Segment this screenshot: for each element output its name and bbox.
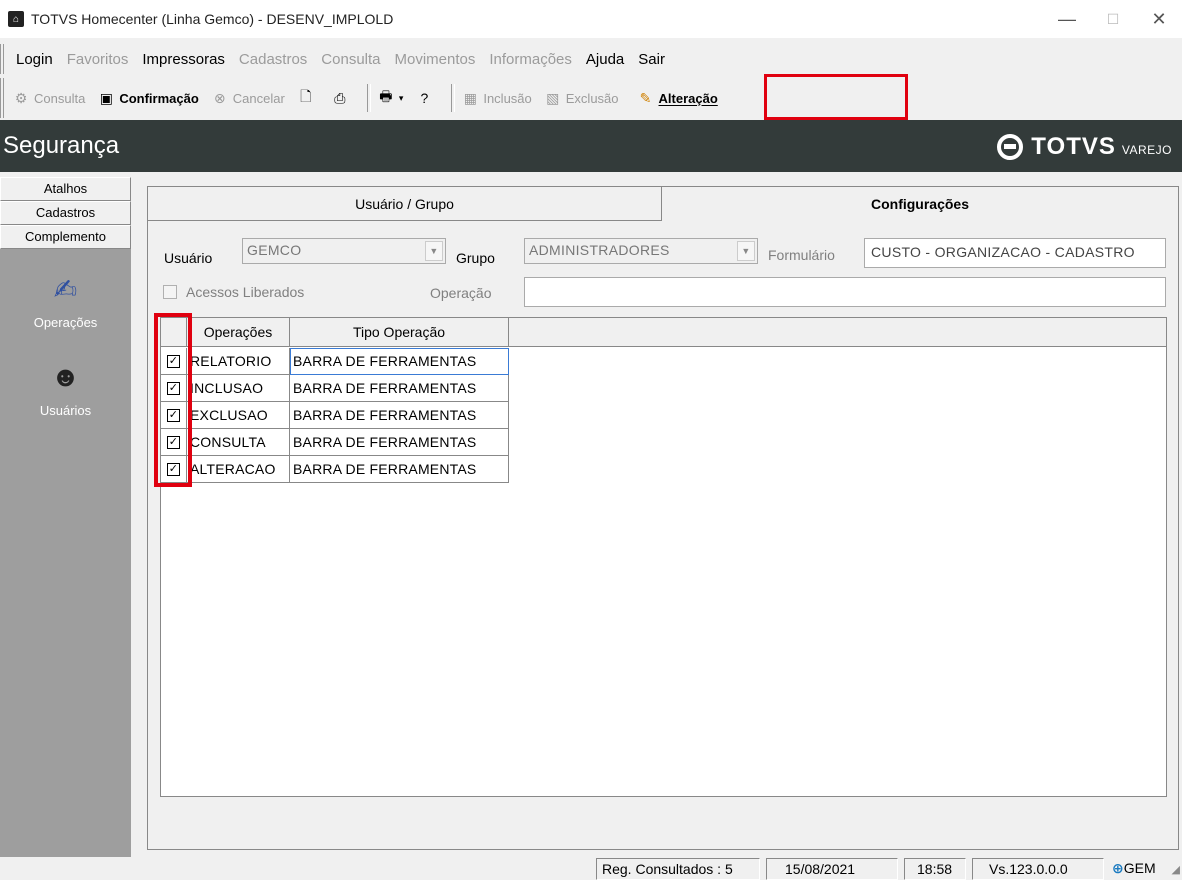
status-version: Vs.123.0.0.0 (972, 858, 1104, 880)
grupo-select[interactable]: ADMINISTRADORES ▼ (524, 238, 758, 264)
grid-header-tipo-operacao[interactable]: Tipo Operação (290, 318, 509, 347)
preview-button[interactable]: ⎙ (331, 89, 353, 107)
help-button[interactable]: ? (415, 89, 437, 107)
totvs-logo-icon (997, 134, 1024, 160)
chevron-down-icon[interactable]: ▼ (425, 241, 443, 261)
help-icon: ? (420, 90, 429, 106)
status-time: 18:58 (904, 858, 966, 880)
toolbar-separator (366, 84, 371, 112)
grupo-label: Grupo (456, 250, 495, 266)
maximize-button[interactable]: ☐ (1090, 0, 1136, 38)
edit-icon: ✎ (639, 89, 652, 106)
menu-sair[interactable]: Sair (638, 51, 665, 68)
user-status-icon: ⊕ (1112, 860, 1124, 876)
checkbox-column-highlight-box (154, 313, 192, 487)
menu-consulta[interactable]: Consulta (321, 51, 380, 68)
grid-header-operacoes[interactable]: Operações (187, 318, 290, 347)
cancel-icon: ⊗ (213, 89, 226, 106)
inclusao-button[interactable]: ▦ Inclusão (461, 89, 532, 107)
row-tipo[interactable]: BARRA DE FERRAMENTAS (290, 348, 509, 375)
toolbar-separator (451, 84, 456, 112)
usuario-label: Usuário (164, 250, 213, 266)
row-operacao[interactable]: INCLUSAO (187, 375, 290, 402)
menu-cadastros[interactable]: Cadastros (239, 51, 307, 68)
row-operacao[interactable]: ALTERACAO (187, 456, 290, 483)
operacao-field[interactable] (524, 277, 1166, 307)
status-date: 15/08/2021 (766, 858, 898, 880)
acessos-liberados-label: Acessos Liberados (186, 284, 305, 300)
row-tipo[interactable]: BARRA DE FERRAMENTAS (290, 429, 509, 456)
new-document-icon: 🗋 (300, 88, 312, 104)
alteracao-button[interactable]: ✎ Alteração (637, 89, 718, 107)
formulario-label: Formulário (768, 247, 835, 263)
exclusao-button[interactable]: ▧ Exclusão (544, 89, 618, 107)
window-title: TOTVS Homecenter (Linha Gemco) - DESENV_… (31, 11, 394, 27)
delete-icon: ▧ (546, 89, 560, 106)
row-operacao[interactable]: EXCLUSAO (187, 402, 290, 429)
print-button[interactable]: 🖶 ▾ (377, 88, 404, 107)
operacao-label: Operação (430, 285, 492, 301)
app-icon: ⌂ (8, 11, 24, 27)
formulario-field[interactable]: CUSTO - ORGANIZACAO - CADASTRO (864, 238, 1166, 268)
confirmacao-button[interactable]: ▣ Confirmação (97, 89, 199, 107)
status-user: ⊕GEM (1112, 860, 1156, 876)
operations-grid: Operações Tipo Operação ✓ RELATORIO BARR… (160, 317, 1167, 797)
sidebar-tab-atalhos[interactable]: Atalhos (0, 177, 131, 201)
row-tipo[interactable]: BARRA DE FERRAMENTAS (290, 402, 509, 429)
menu-movimentos[interactable]: Movimentos (395, 51, 476, 68)
menu-ajuda[interactable]: Ajuda (586, 51, 624, 68)
row-tipo[interactable]: BARRA DE FERRAMENTAS (290, 375, 509, 402)
status-reg-consultados: Reg. Consultados : 5 (596, 858, 760, 880)
printer-icon: 🖶 (379, 88, 393, 104)
new-document-button[interactable]: 🗋 (297, 88, 319, 107)
chevron-down-icon[interactable]: ▼ (737, 241, 755, 261)
close-button[interactable]: ✕ (1136, 0, 1182, 38)
row-operacao[interactable]: RELATORIO (187, 348, 290, 375)
sidebar-tab-complemento[interactable]: Complemento (0, 225, 131, 249)
resize-grip-icon[interactable]: ◢ (1172, 863, 1180, 876)
title-bar: ⌂ TOTVS Homecenter (Linha Gemco) - DESEN… (0, 0, 1182, 38)
alteracao-highlight-box (764, 74, 908, 120)
totvs-logo: TOTVS VAREJO (997, 133, 1172, 161)
page-header-banner: Segurança TOTVS VAREJO (0, 120, 1182, 172)
toolbar: ⚙ Consulta ▣ Confirmação ⊗ Cancelar 🗋 ⎙ … (0, 78, 1182, 118)
sidebar-tab-cadastros[interactable]: Cadastros (0, 201, 131, 225)
save-icon: ▣ (99, 89, 113, 106)
preview-icon: ⎙ (334, 89, 346, 106)
menu-login[interactable]: Login (16, 51, 53, 68)
usuario-select[interactable]: GEMCO ▼ (242, 238, 446, 264)
menu-impressoras[interactable]: Impressoras (142, 51, 225, 68)
menu-favoritos[interactable]: Favoritos (67, 51, 129, 68)
cancelar-button[interactable]: ⊗ Cancelar (211, 89, 285, 107)
tab-usuario-grupo[interactable]: Usuário / Grupo (148, 187, 662, 221)
grid-header: Operações Tipo Operação (161, 318, 1166, 347)
tab-configuracoes[interactable]: Configurações (662, 187, 1178, 221)
insert-icon: ▦ (463, 89, 477, 106)
page-title: Segurança (3, 132, 120, 159)
acessos-liberados-checkbox[interactable] (163, 285, 177, 299)
dropdown-arrow-icon[interactable]: ▾ (399, 93, 404, 104)
search-icon: ⚙ (14, 89, 28, 106)
sidebar-item-operacoes[interactable]: ✍ Operações (0, 269, 131, 331)
menu-bar: Login Favoritos Impressoras Cadastros Co… (0, 44, 1182, 74)
user-icon: ☻ (50, 361, 81, 392)
sidebar: Atalhos Cadastros Complemento ✍ Operaçõe… (0, 177, 131, 857)
operations-icon: ✍ (53, 273, 78, 305)
row-operacao[interactable]: CONSULTA (187, 429, 290, 456)
status-bar: Reg. Consultados : 5 15/08/2021 18:58 Vs… (0, 857, 1182, 880)
menu-informacoes[interactable]: Informações (489, 51, 572, 68)
consulta-button[interactable]: ⚙ Consulta (12, 89, 86, 107)
row-tipo[interactable]: BARRA DE FERRAMENTAS (290, 456, 509, 483)
sidebar-item-usuarios[interactable]: ☻ Usuários (0, 357, 131, 418)
minimize-button[interactable]: — (1044, 0, 1090, 38)
